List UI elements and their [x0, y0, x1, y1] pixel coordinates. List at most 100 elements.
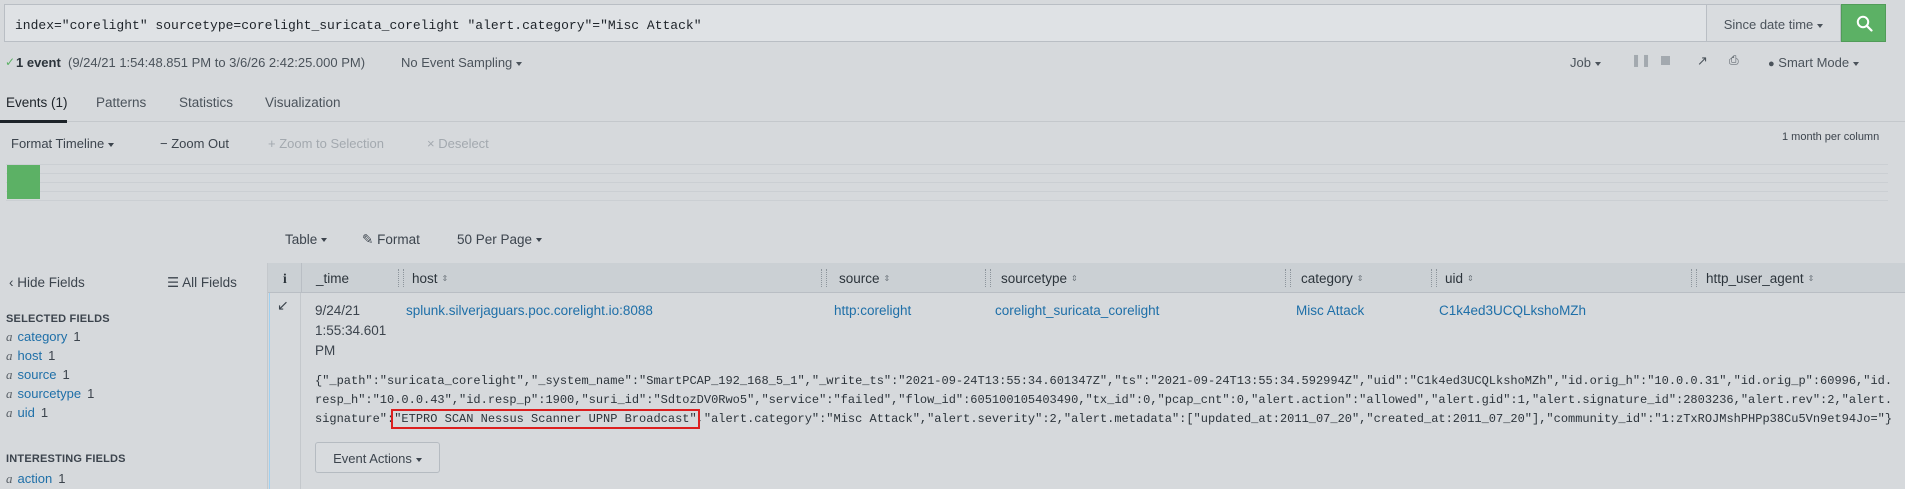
row-selected-indicator [269, 293, 270, 489]
field-type: a [6, 386, 13, 401]
field-item[interactable]: a sourcetype 1 [6, 386, 94, 402]
column-label: http_user_agent [1706, 271, 1804, 286]
time-range-label: Since date time [1723, 17, 1814, 32]
chevron-down-icon [1853, 61, 1860, 66]
search-input[interactable]: index="corelight" sourcetype=corelight_s… [4, 4, 1706, 42]
all-fields-label: All Fields [182, 275, 237, 290]
event-category[interactable]: Misc Attack [1296, 303, 1364, 318]
checkmark-icon: ✓ [5, 55, 16, 69]
print-icon[interactable]: ⎙ [1729, 53, 1739, 68]
search-mode-dropdown[interactable]: ● Smart Mode [1768, 55, 1860, 70]
collapse-row-icon[interactable]: ↙ [277, 297, 289, 314]
time-range-picker[interactable]: Since date time [1706, 4, 1841, 42]
field-name[interactable]: sourcetype [18, 386, 82, 401]
chevron-down-icon [516, 61, 523, 66]
results-table-header: i _time host ⇕ source ⇕ sourcetype ⇕ catego… [268, 263, 1905, 293]
field-item[interactable]: a host 1 [6, 348, 55, 364]
timeline-chart[interactable] [6, 164, 1888, 202]
event-time-line1: 9/24/21 [315, 303, 361, 318]
timeline-gridline [6, 191, 1888, 192]
field-item[interactable]: a uid 1 [6, 405, 48, 421]
job-menu[interactable]: Job [1570, 55, 1601, 70]
hide-fields-button[interactable]: ‹ Hide Fields [9, 275, 85, 290]
column-header-sourcetype[interactable]: sourcetype ⇕ [1001, 271, 1078, 286]
plus-icon: + [268, 136, 276, 151]
list-icon: ☰ [167, 275, 180, 290]
timeline-gridline [6, 164, 1888, 165]
pencil-icon: ✎ [362, 232, 374, 247]
interesting-fields-heading: INTERESTING FIELDS [6, 453, 126, 465]
per-page-dropdown[interactable]: 50 Per Page [457, 232, 543, 247]
zoom-out-button[interactable]: − Zoom Out [160, 136, 229, 151]
column-header-http-user-agent[interactable]: http_user_agent ⇕ [1706, 271, 1814, 286]
field-count: 1 [87, 386, 95, 401]
search-mode-label: Smart Mode [1778, 55, 1850, 70]
timeline-bucket[interactable] [7, 165, 40, 199]
chevron-down-icon [321, 238, 328, 243]
all-fields-button[interactable]: ☰ All Fields [167, 275, 237, 291]
column-resize-handle[interactable] [1431, 269, 1437, 287]
field-name[interactable]: action [18, 471, 53, 486]
raw-event: {"_path":"suricata_corelight","_system_n… [315, 372, 1895, 429]
format-button[interactable]: ✎ Format [362, 232, 420, 248]
column-header-uid[interactable]: uid ⇕ [1445, 271, 1474, 286]
field-name[interactable]: host [18, 348, 43, 363]
column-header-host[interactable]: host ⇕ [412, 271, 448, 286]
column-resize-handle[interactable] [1285, 269, 1291, 287]
column-resize-handle[interactable] [1691, 269, 1697, 287]
tab-statistics[interactable]: Statistics [179, 95, 233, 110]
pause-icon[interactable]: ❚❚ [1631, 53, 1651, 67]
sort-icon: ⇕ [883, 274, 891, 284]
field-name[interactable]: category [18, 329, 68, 344]
field-name[interactable]: source [18, 367, 57, 382]
highlighted-signature[interactable]: "ETPRO SCAN Nessus Scanner UPNP Broadcas… [391, 409, 700, 429]
column-resize-handle[interactable] [985, 269, 991, 287]
tab-visualization[interactable]: Visualization [265, 95, 341, 110]
event-uid[interactable]: C1k4ed3UCQLkshoMZh [1439, 303, 1586, 318]
timeline-gridline [6, 200, 1888, 201]
zoom-out-label: Zoom Out [171, 136, 230, 151]
event-time-line3: PM [315, 343, 336, 358]
search-button[interactable] [1841, 4, 1886, 42]
job-label: Job [1570, 55, 1591, 70]
raw-event-suffix: ,"alert.category":"Misc Attack","alert.s… [696, 412, 1893, 426]
event-source[interactable]: http:corelight [834, 303, 911, 318]
timeline-gridline [6, 173, 1888, 174]
column-divider [301, 263, 302, 293]
tab-patterns[interactable]: Patterns [96, 95, 146, 110]
deselect-button[interactable]: × Deselect [427, 136, 489, 151]
search-bar: index="corelight" sourcetype=corelight_s… [0, 0, 1905, 44]
field-count: 1 [73, 329, 81, 344]
column-resize-handle[interactable] [398, 269, 404, 287]
field-type: a [6, 348, 13, 363]
column-header-time[interactable]: _time [316, 271, 349, 286]
share-icon[interactable]: ↗ [1697, 53, 1708, 69]
event-time-line2: 1:55:34.601 [315, 323, 387, 338]
view-type-dropdown[interactable]: Table [285, 232, 328, 247]
column-header-category[interactable]: category ⇕ [1301, 271, 1363, 286]
timeline-scale: 1 month per column [1782, 131, 1880, 143]
stop-icon[interactable] [1661, 56, 1670, 65]
event-sourcetype[interactable]: corelight_suricata_corelight [995, 303, 1159, 318]
event-actions-button[interactable]: Event Actions [315, 442, 440, 473]
field-item[interactable]: a source 1 [6, 367, 70, 383]
field-item[interactable]: a category 1 [6, 329, 81, 345]
format-timeline-dropdown[interactable]: Format Timeline [11, 136, 115, 151]
field-item[interactable]: a action 1 [6, 471, 65, 487]
column-header-source[interactable]: source ⇕ [839, 271, 890, 286]
bulb-icon: ● [1768, 58, 1775, 70]
field-name[interactable]: uid [18, 405, 35, 420]
fields-sidebar: ‹ Hide Fields ☰ All Fields SELECTED FIEL… [0, 263, 268, 489]
zoom-selection-label: Zoom to Selection [279, 136, 384, 151]
field-count: 1 [48, 348, 56, 363]
event-count: 1 event [16, 55, 61, 70]
zoom-to-selection-button[interactable]: + Zoom to Selection [268, 136, 384, 151]
tab-events[interactable]: Events (1) [6, 95, 68, 110]
field-count: 1 [58, 471, 66, 486]
event-host[interactable]: splunk.silverjaguars.poc.corelight.io:80… [406, 303, 653, 318]
sampling-dropdown[interactable]: No Event Sampling [401, 55, 523, 70]
column-label: host [412, 271, 438, 286]
column-resize-handle[interactable] [821, 269, 827, 287]
chevron-down-icon [108, 142, 115, 147]
results-tabs: Events (1) Patterns Statistics Visualiza… [0, 88, 1905, 123]
